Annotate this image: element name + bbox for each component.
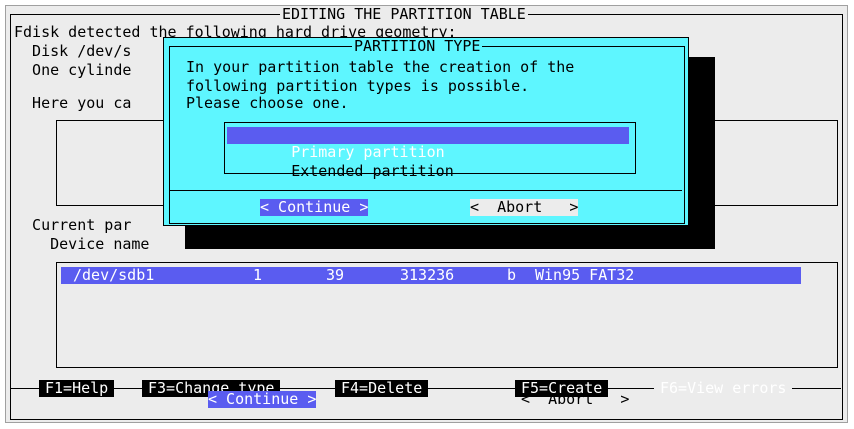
option-primary-partition[interactable]: Primary partition	[227, 127, 629, 161]
row-system: Win95 FAT32	[535, 266, 635, 284]
row-end: 39	[326, 266, 345, 284]
dialog-message-line-1: In your partition table the creation of …	[186, 58, 575, 76]
f4-delete-key[interactable]: F4=Delete	[335, 380, 429, 397]
partition-table: /dev/sdb1 1 39 313236 b Win95 FAT32	[56, 262, 838, 368]
cylinder-line: One cylinde	[14, 61, 132, 79]
row-start: 1	[253, 266, 263, 284]
option-extended-label: Extended partition	[291, 162, 454, 180]
dialog-divider	[170, 190, 682, 191]
f6-view-errors-key[interactable]: F6=View errors	[654, 380, 793, 397]
dialog-abort-button[interactable]: < Abort >	[470, 199, 579, 216]
dialog-shadow-bottom	[185, 226, 715, 249]
dialog-title: PARTITION TYPE	[352, 37, 483, 55]
device-name-label: Device name	[14, 235, 150, 253]
dialog-continue-button[interactable]: < Continue >	[260, 199, 369, 216]
partition-type-list: Primary partition Extended partition	[224, 122, 636, 180]
footer-abort-button[interactable]: < Abort >	[521, 391, 629, 408]
dialog-shadow	[689, 57, 715, 249]
table-row[interactable]: /dev/sdb1 1 39 313236 b Win95 FAT32	[61, 267, 801, 284]
dialog-message-line-3: Please choose one.	[186, 94, 349, 112]
row-device: /dev/sdb1	[73, 266, 155, 284]
main-title: EDITING THE PARTITION TABLE	[280, 5, 528, 23]
row-size: 313236	[400, 266, 455, 284]
partition-type-dialog: PARTITION TYPE In your partition table t…	[163, 37, 689, 226]
footer-continue-button[interactable]: < Continue >	[208, 391, 317, 408]
option-extended-partition[interactable]: Extended partition	[227, 146, 629, 180]
row-type: b	[507, 266, 517, 284]
f1-help-key[interactable]: F1=Help	[39, 380, 115, 397]
here-you-line: Here you ca	[14, 94, 132, 112]
disk-line: Disk /dev/s	[14, 42, 132, 60]
current-part-label: Current par	[14, 216, 132, 234]
